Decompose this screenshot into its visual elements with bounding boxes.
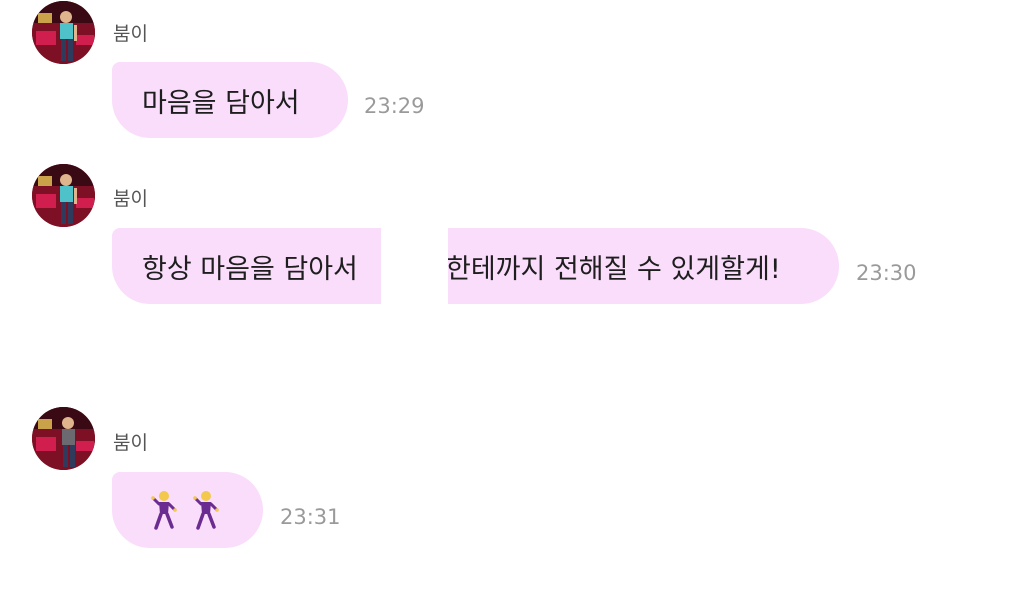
message-time: 23:30 (856, 261, 917, 285)
redacted-gap (381, 228, 448, 304)
message-bubble[interactable]: 마음을 담아서 (112, 62, 348, 138)
dancing-man-emoji-icon (192, 490, 220, 530)
message-time: 23:31 (280, 505, 341, 529)
message-text-part-1: 항상 마음을 담아서 (142, 253, 358, 285)
message-time: 23:29 (364, 94, 425, 118)
avatar[interactable] (32, 164, 95, 227)
sender-name: 붐이 (113, 188, 148, 210)
sender-name: 붐이 (113, 432, 148, 454)
message-bubble[interactable] (112, 472, 263, 548)
avatar[interactable] (32, 1, 95, 64)
avatar[interactable] (32, 407, 95, 470)
dancing-man-emoji-icon (150, 490, 178, 530)
message-text: 마음을 담아서 (142, 87, 300, 119)
emoji-row (112, 490, 220, 530)
sender-name: 붐이 (113, 23, 148, 45)
message-bubble[interactable]: 항상 마음을 담아서 한테까지 전해질 수 있게할게! (112, 228, 839, 304)
message-text-part-2: 한테까지 전해질 수 있게할게! (446, 253, 781, 285)
